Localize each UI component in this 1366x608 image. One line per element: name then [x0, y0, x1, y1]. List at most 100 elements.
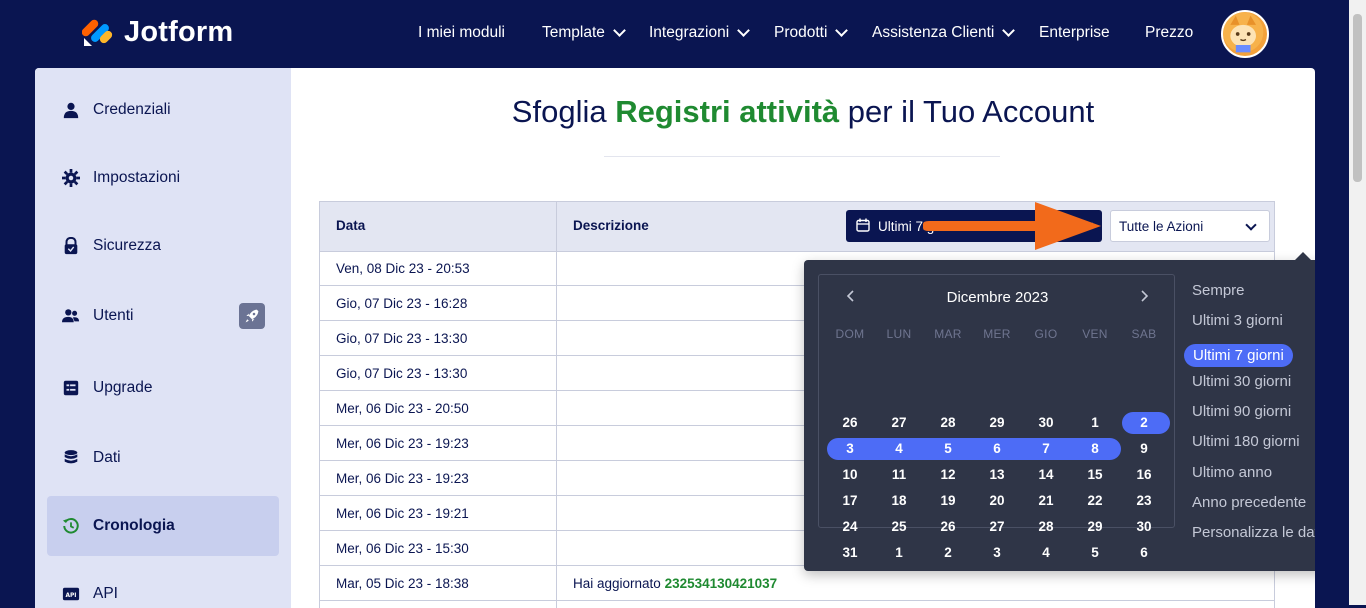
- sidebar-item-label: Dati: [93, 449, 121, 466]
- page-scrollbar[interactable]: [1349, 0, 1366, 605]
- preset-last-7-days[interactable]: Ultimi 7 giorni: [1184, 344, 1293, 367]
- calendar-day[interactable]: 9: [1122, 438, 1166, 460]
- title-divider: [604, 156, 1000, 157]
- calendar-day[interactable]: 27: [975, 516, 1019, 538]
- calendar-day[interactable]: 19: [926, 490, 970, 512]
- chevron-down-icon: [613, 24, 626, 37]
- nav-products[interactable]: Prodotti: [774, 24, 849, 42]
- calendar-day[interactable]: 17: [828, 490, 872, 512]
- calendar-day[interactable]: 31: [828, 542, 872, 564]
- calendar-day[interactable]: 1: [1073, 412, 1117, 434]
- preset-previous-year[interactable]: Anno precedente: [1192, 494, 1306, 511]
- user-icon: [61, 100, 81, 120]
- sidebar-item-label: API: [93, 585, 118, 602]
- api-icon: API: [61, 584, 81, 604]
- calendar-day[interactable]: 20: [975, 490, 1019, 512]
- weekday-label: GIO: [1034, 327, 1058, 341]
- calendar-day[interactable]: 25: [877, 516, 921, 538]
- row-date: Mer, 06 Dic 23 - 19:23: [336, 471, 469, 486]
- page-title-highlight: Registri attività: [615, 94, 840, 129]
- calendar-day[interactable]: 16: [1122, 464, 1166, 486]
- calendar-day[interactable]: 7: [1024, 438, 1068, 460]
- row-date: Mar, 05 Dic 23 - 18:38: [336, 576, 469, 591]
- calendar-day[interactable]: 18: [877, 490, 921, 512]
- calendar-day[interactable]: 21: [1024, 490, 1068, 512]
- preset-custom-dates[interactable]: Personalizza le date: [1192, 524, 1315, 541]
- nav-label: I miei moduli: [418, 24, 505, 41]
- calendar-day[interactable]: 29: [975, 412, 1019, 434]
- calendar-day[interactable]: 8: [1073, 438, 1117, 460]
- lock-icon: [61, 236, 81, 256]
- calendar-day[interactable]: 4: [877, 438, 921, 460]
- sidebar-item-label: Sicurezza: [93, 237, 162, 254]
- nav-enterprise[interactable]: Enterprise: [1039, 24, 1110, 42]
- calendar-day[interactable]: 26: [828, 412, 872, 434]
- nav-integrations[interactable]: Integrazioni: [649, 24, 751, 42]
- weekday-label: VEN: [1082, 327, 1108, 341]
- users-icon: [61, 306, 81, 326]
- weekday-label: LUN: [886, 327, 912, 341]
- calendar-day[interactable]: 22: [1073, 490, 1117, 512]
- row-date: Mer, 06 Dic 23 - 19:21: [336, 506, 469, 521]
- row-date: Gio, 07 Dic 23 - 16:28: [336, 296, 468, 311]
- preset-last-year[interactable]: Ultimo anno: [1192, 464, 1272, 481]
- sidebar-item-history[interactable]: Cronologia: [47, 496, 279, 556]
- nav-my-forms[interactable]: I miei moduli: [418, 24, 505, 42]
- nav-templates[interactable]: Template: [542, 24, 626, 42]
- calendar-day[interactable]: 28: [926, 412, 970, 434]
- table-row: Mar, 05 Dic 23 - 18:38 Hai aggiornato 23…: [320, 566, 1274, 601]
- calendar-day[interactable]: 30: [1122, 516, 1166, 538]
- chevron-right-icon[interactable]: [1138, 289, 1150, 302]
- preset-last-180-days[interactable]: Ultimi 180 giorni: [1192, 433, 1300, 450]
- calendar-day[interactable]: 3: [828, 438, 872, 460]
- sidebar-item-upgrade[interactable]: Upgrade: [47, 358, 279, 418]
- page-title-pre: Sfoglia: [511, 94, 616, 129]
- weekday-label: MER: [983, 327, 1011, 341]
- calendar-day[interactable]: 26: [926, 516, 970, 538]
- sidebar-item-users[interactable]: Utenti: [47, 286, 279, 346]
- nav-support[interactable]: Assistenza Clienti: [872, 24, 1016, 42]
- row-description: Hai aggiornato 232534130421037: [573, 576, 777, 591]
- sidebar-item-api[interactable]: API API: [47, 564, 279, 608]
- calendar-day[interactable]: 28: [1024, 516, 1068, 538]
- calendar-day[interactable]: 15: [1073, 464, 1117, 486]
- actions-filter-dropdown[interactable]: Tutte le Azioni: [1110, 210, 1270, 242]
- sidebar-item-settings[interactable]: Impostazioni: [47, 148, 279, 208]
- sidebar-item-data[interactable]: Dati: [47, 428, 279, 488]
- chevron-down-icon: [1002, 24, 1016, 37]
- scrollbar-thumb[interactable]: [1353, 14, 1362, 182]
- preset-last-90-days[interactable]: Ultimi 90 giorni: [1192, 403, 1291, 420]
- calendar-day[interactable]: 6: [1122, 542, 1166, 564]
- calendar-day[interactable]: 5: [1073, 542, 1117, 564]
- preset-all-time[interactable]: Sempre: [1192, 282, 1245, 299]
- calendar-day[interactable]: 29: [1073, 516, 1117, 538]
- preset-last-3-days[interactable]: Ultimi 3 giorni: [1192, 312, 1283, 329]
- calendar-day[interactable]: 24: [828, 516, 872, 538]
- calendar-day[interactable]: 11: [877, 464, 921, 486]
- calendar-day[interactable]: 1: [877, 542, 921, 564]
- calendar-day[interactable]: 6: [975, 438, 1019, 460]
- calendar-day[interactable]: 14: [1024, 464, 1068, 486]
- row-date: Mer, 06 Dic 23 - 19:23: [336, 436, 469, 451]
- user-avatar[interactable]: [1221, 10, 1269, 58]
- calendar-day[interactable]: 10: [828, 464, 872, 486]
- rocket-icon[interactable]: [239, 303, 265, 329]
- calendar-day[interactable]: 12: [926, 464, 970, 486]
- sidebar-item-credentials[interactable]: Credenziali: [47, 80, 279, 140]
- calendar-day[interactable]: 27: [877, 412, 921, 434]
- calendar-day[interactable]: 4: [1024, 542, 1068, 564]
- calendar-day[interactable]: 30: [1024, 412, 1068, 434]
- calendar-day[interactable]: 3: [975, 542, 1019, 564]
- form-id-link[interactable]: 232534130421037: [665, 576, 778, 591]
- nav-pricing[interactable]: Prezzo: [1145, 24, 1193, 42]
- preset-last-30-days[interactable]: Ultimi 30 giorni: [1192, 373, 1291, 390]
- calendar-day[interactable]: 23: [1122, 490, 1166, 512]
- jotform-logo[interactable]: Jotform: [82, 14, 262, 50]
- calendar-day[interactable]: 13: [975, 464, 1019, 486]
- sidebar-item-security[interactable]: Sicurezza: [47, 216, 279, 276]
- calendar-day[interactable]: 2: [1122, 412, 1166, 434]
- row-date: Mer, 06 Dic 23 - 15:30: [336, 541, 469, 556]
- date-range-popup: Dicembre 2023 DOM LUN MAR MER GIO VEN SA…: [804, 252, 1315, 571]
- calendar-day[interactable]: 2: [926, 542, 970, 564]
- calendar-day[interactable]: 5: [926, 438, 970, 460]
